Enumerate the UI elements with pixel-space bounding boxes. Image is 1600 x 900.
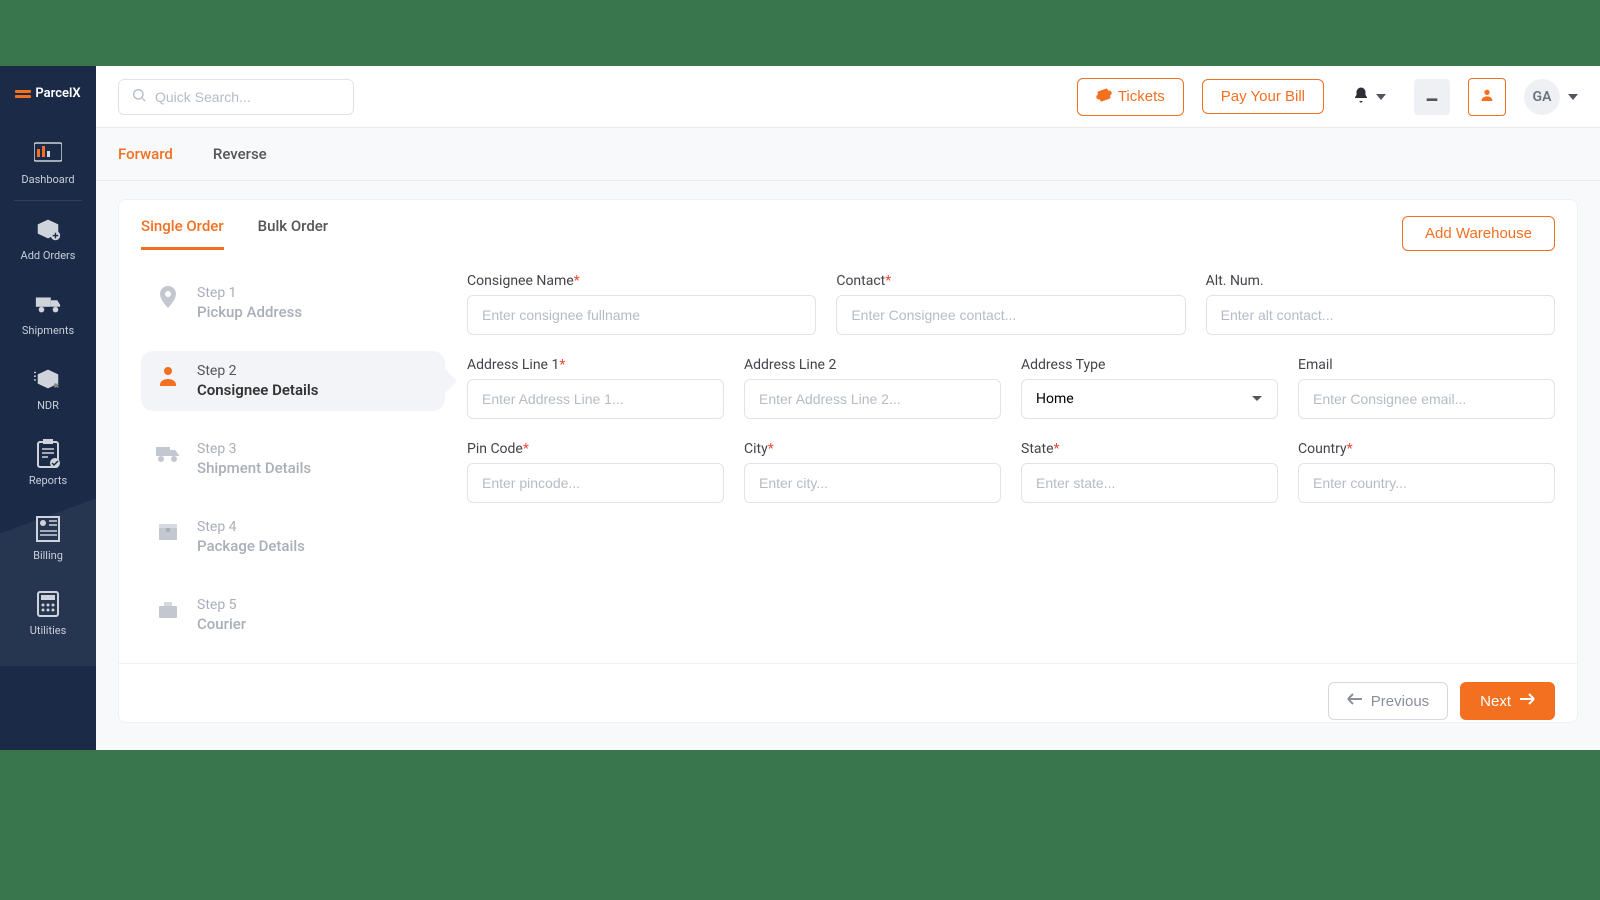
brand-logo[interactable]: ParcelX xyxy=(15,66,80,125)
step-pickup-address[interactable]: Step 1Pickup Address xyxy=(141,273,445,333)
sidebar-item-reports[interactable]: Reports xyxy=(0,426,96,501)
card-header: Single Order Bulk Order Add Warehouse xyxy=(119,200,1577,251)
search-input-wrapper[interactable] xyxy=(118,79,354,115)
addr-type-select[interactable]: Home xyxy=(1021,379,1278,419)
sidebar-item-label: Reports xyxy=(29,474,67,487)
chevron-down-icon xyxy=(1568,94,1578,100)
brand-name: ParcelX xyxy=(35,86,80,101)
step-shipment-details[interactable]: Step 3Shipment Details xyxy=(141,429,445,489)
state-label: State* xyxy=(1021,441,1278,457)
add-warehouse-button[interactable]: Add Warehouse xyxy=(1402,216,1555,251)
downloads-button[interactable] xyxy=(1414,79,1450,115)
arrow-right-icon xyxy=(1519,692,1535,710)
calculator-icon xyxy=(34,590,62,618)
tab-forward[interactable]: Forward xyxy=(118,145,173,163)
header: Tickets Pay Your Bill xyxy=(96,66,1600,128)
addr1-label: Address Line 1* xyxy=(467,357,724,373)
sidebar: ParcelX Dashboard Add Orders Shipments xyxy=(0,66,96,750)
sidebar-item-label: NDR xyxy=(37,399,59,412)
sidebar-item-shipments[interactable]: Shipments xyxy=(0,276,96,351)
sidebar-item-label: Utilities xyxy=(30,624,67,637)
addr-type-label: Address Type xyxy=(1021,357,1278,373)
sidebar-item-add-orders[interactable]: Add Orders xyxy=(0,201,96,276)
stepper: Step 1Pickup Address Step 2Consignee Det… xyxy=(141,273,445,663)
sidebar-item-billing[interactable]: Billing xyxy=(0,501,96,576)
logo-icon xyxy=(15,90,31,98)
notifications-button[interactable] xyxy=(1342,78,1396,116)
tab-bulk-order[interactable]: Bulk Order xyxy=(258,217,328,250)
tickets-button[interactable]: Tickets xyxy=(1077,78,1184,116)
sidebar-item-utilities[interactable]: Utilities xyxy=(0,576,96,651)
pincode-field[interactable] xyxy=(467,463,724,503)
email-field[interactable] xyxy=(1298,379,1555,419)
addr2-label: Address Line 2 xyxy=(744,357,1001,373)
consignee-name-label: Consignee Name* xyxy=(467,273,816,289)
step-consignee-details[interactable]: Step 2Consignee Details xyxy=(141,351,445,411)
contact-field[interactable] xyxy=(836,295,1185,335)
addr1-field[interactable] xyxy=(467,379,724,419)
city-field[interactable] xyxy=(744,463,1001,503)
sidebar-item-dashboard[interactable]: Dashboard xyxy=(0,125,96,200)
card-body: Step 1Pickup Address Step 2Consignee Det… xyxy=(119,251,1577,663)
main-content: Tickets Pay Your Bill xyxy=(96,66,1600,750)
ndr-icon xyxy=(34,365,62,393)
card-footer: Previous Next xyxy=(119,663,1577,742)
download-icon xyxy=(1424,87,1440,107)
ticket-icon xyxy=(1096,87,1112,107)
top-band xyxy=(0,0,1600,66)
city-label: City* xyxy=(744,441,1001,457)
avatar: GA xyxy=(1524,79,1560,115)
sidebar-item-label: Add Orders xyxy=(21,249,76,262)
location-pin-icon xyxy=(155,285,181,311)
pincode-label: Pin Code* xyxy=(467,441,724,457)
user-icon xyxy=(1479,87,1495,107)
bottom-band xyxy=(0,750,1600,900)
arrow-left-icon xyxy=(1347,692,1363,710)
user-button[interactable] xyxy=(1468,78,1506,116)
card-wrap: Single Order Bulk Order Add Warehouse St… xyxy=(96,181,1600,750)
box-plus-icon xyxy=(34,215,62,243)
country-field[interactable] xyxy=(1298,463,1555,503)
chevron-down-icon xyxy=(1251,391,1263,407)
tab-reverse[interactable]: Reverse xyxy=(213,145,267,163)
sidebar-item-ndr[interactable]: NDR xyxy=(0,351,96,426)
sidebar-item-label: Billing xyxy=(33,549,63,562)
consignee-form: Consignee Name* Contact* Alt. Num. Addre… xyxy=(445,273,1555,663)
account-menu[interactable]: GA xyxy=(1524,79,1578,115)
country-label: Country* xyxy=(1298,441,1555,457)
truck-icon xyxy=(155,441,181,467)
order-card: Single Order Bulk Order Add Warehouse St… xyxy=(118,199,1578,723)
email-label: Email xyxy=(1298,357,1555,373)
invoice-icon xyxy=(34,515,62,543)
sidebar-item-label: Shipments xyxy=(22,324,74,337)
consignee-name-field[interactable] xyxy=(467,295,816,335)
chevron-down-icon xyxy=(1376,94,1386,100)
step-package-details[interactable]: Step 4Package Details xyxy=(141,507,445,567)
dashboard-icon xyxy=(34,139,62,167)
step-courier[interactable]: Step 5Courier xyxy=(141,585,445,645)
addr2-field[interactable] xyxy=(744,379,1001,419)
bell-icon xyxy=(1352,86,1370,108)
sidebar-item-label: Dashboard xyxy=(21,173,74,186)
contact-label: Contact* xyxy=(836,273,1185,289)
person-icon xyxy=(155,363,181,389)
app-container: ParcelX Dashboard Add Orders Shipments xyxy=(0,66,1600,750)
next-button[interactable]: Next xyxy=(1460,682,1555,720)
briefcase-icon xyxy=(155,597,181,623)
search-input[interactable] xyxy=(155,89,341,105)
pay-bill-button[interactable]: Pay Your Bill xyxy=(1202,79,1324,114)
truck-icon xyxy=(34,290,62,318)
alt-num-label: Alt. Num. xyxy=(1206,273,1555,289)
package-icon xyxy=(155,519,181,545)
tab-single-order[interactable]: Single Order xyxy=(141,217,224,250)
alt-num-field[interactable] xyxy=(1206,295,1555,335)
page-tabs: Forward Reverse xyxy=(96,128,1600,181)
previous-button[interactable]: Previous xyxy=(1328,682,1448,720)
state-field[interactable] xyxy=(1021,463,1278,503)
search-icon xyxy=(131,87,147,107)
clipboard-check-icon xyxy=(34,440,62,468)
